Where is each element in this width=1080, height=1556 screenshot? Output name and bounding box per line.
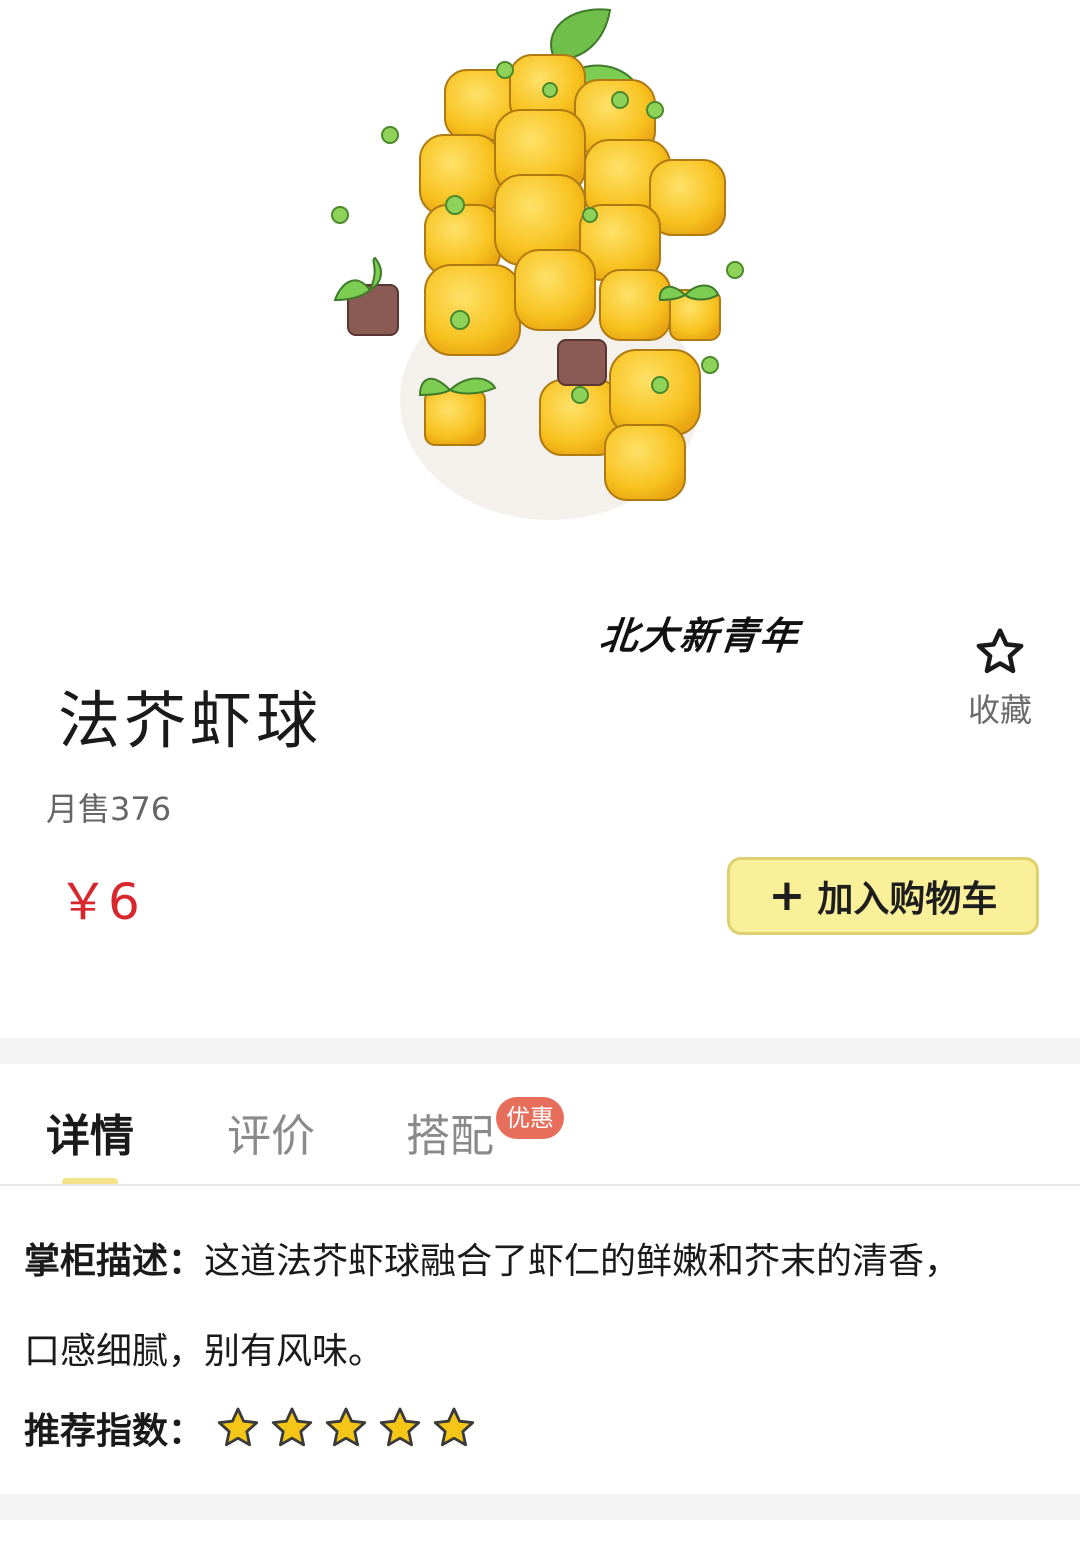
tab-reviews[interactable]: 评价	[227, 1100, 315, 1164]
rating-star-icon	[325, 1407, 367, 1447]
monthly-sales: 月售376	[46, 790, 172, 828]
description-line-2: 口感细腻，别有风味。	[24, 1331, 385, 1372]
dish-illustration	[331, 8, 744, 520]
section-divider	[0, 1038, 1080, 1064]
watermark-text: 北大新青年	[597, 613, 803, 658]
plus-icon: +	[768, 870, 806, 921]
description-label: 掌柜描述：	[24, 1241, 205, 1282]
tabs-underline	[0, 1184, 1080, 1186]
rating-stars	[214, 1404, 484, 1452]
favorite-label: 收藏	[967, 691, 1032, 729]
tab-details[interactable]: 详情	[46, 1100, 134, 1164]
bottom-divider	[0, 1494, 1080, 1520]
description-line-1: 掌柜描述：这道法芥虾球融合了虾仁的鲜嫩和芥末的清香，	[24, 1232, 960, 1284]
promo-badge: 优惠	[496, 1097, 564, 1139]
favorite-button[interactable]: 收藏	[950, 625, 1050, 745]
add-to-cart-label: 加入购物车	[817, 879, 998, 920]
tab-pairing[interactable]: 搭配	[406, 1100, 494, 1164]
rating-row: 推荐指数：	[24, 1402, 484, 1454]
rating-star-icon	[379, 1407, 421, 1447]
rating-star-icon	[271, 1407, 313, 1447]
rating-star-icon	[433, 1407, 475, 1447]
rating-label: 推荐指数：	[24, 1411, 205, 1452]
dish-name: 法芥虾球	[58, 684, 323, 757]
description-text-1: 这道法芥虾球融合了虾仁的鲜嫩和芥末的清香，	[204, 1241, 961, 1282]
add-to-cart-button[interactable]: + 加入购物车	[727, 857, 1039, 935]
price: ￥6	[58, 873, 140, 931]
rating-star-icon	[217, 1407, 259, 1447]
star-outline-icon	[976, 628, 1024, 674]
